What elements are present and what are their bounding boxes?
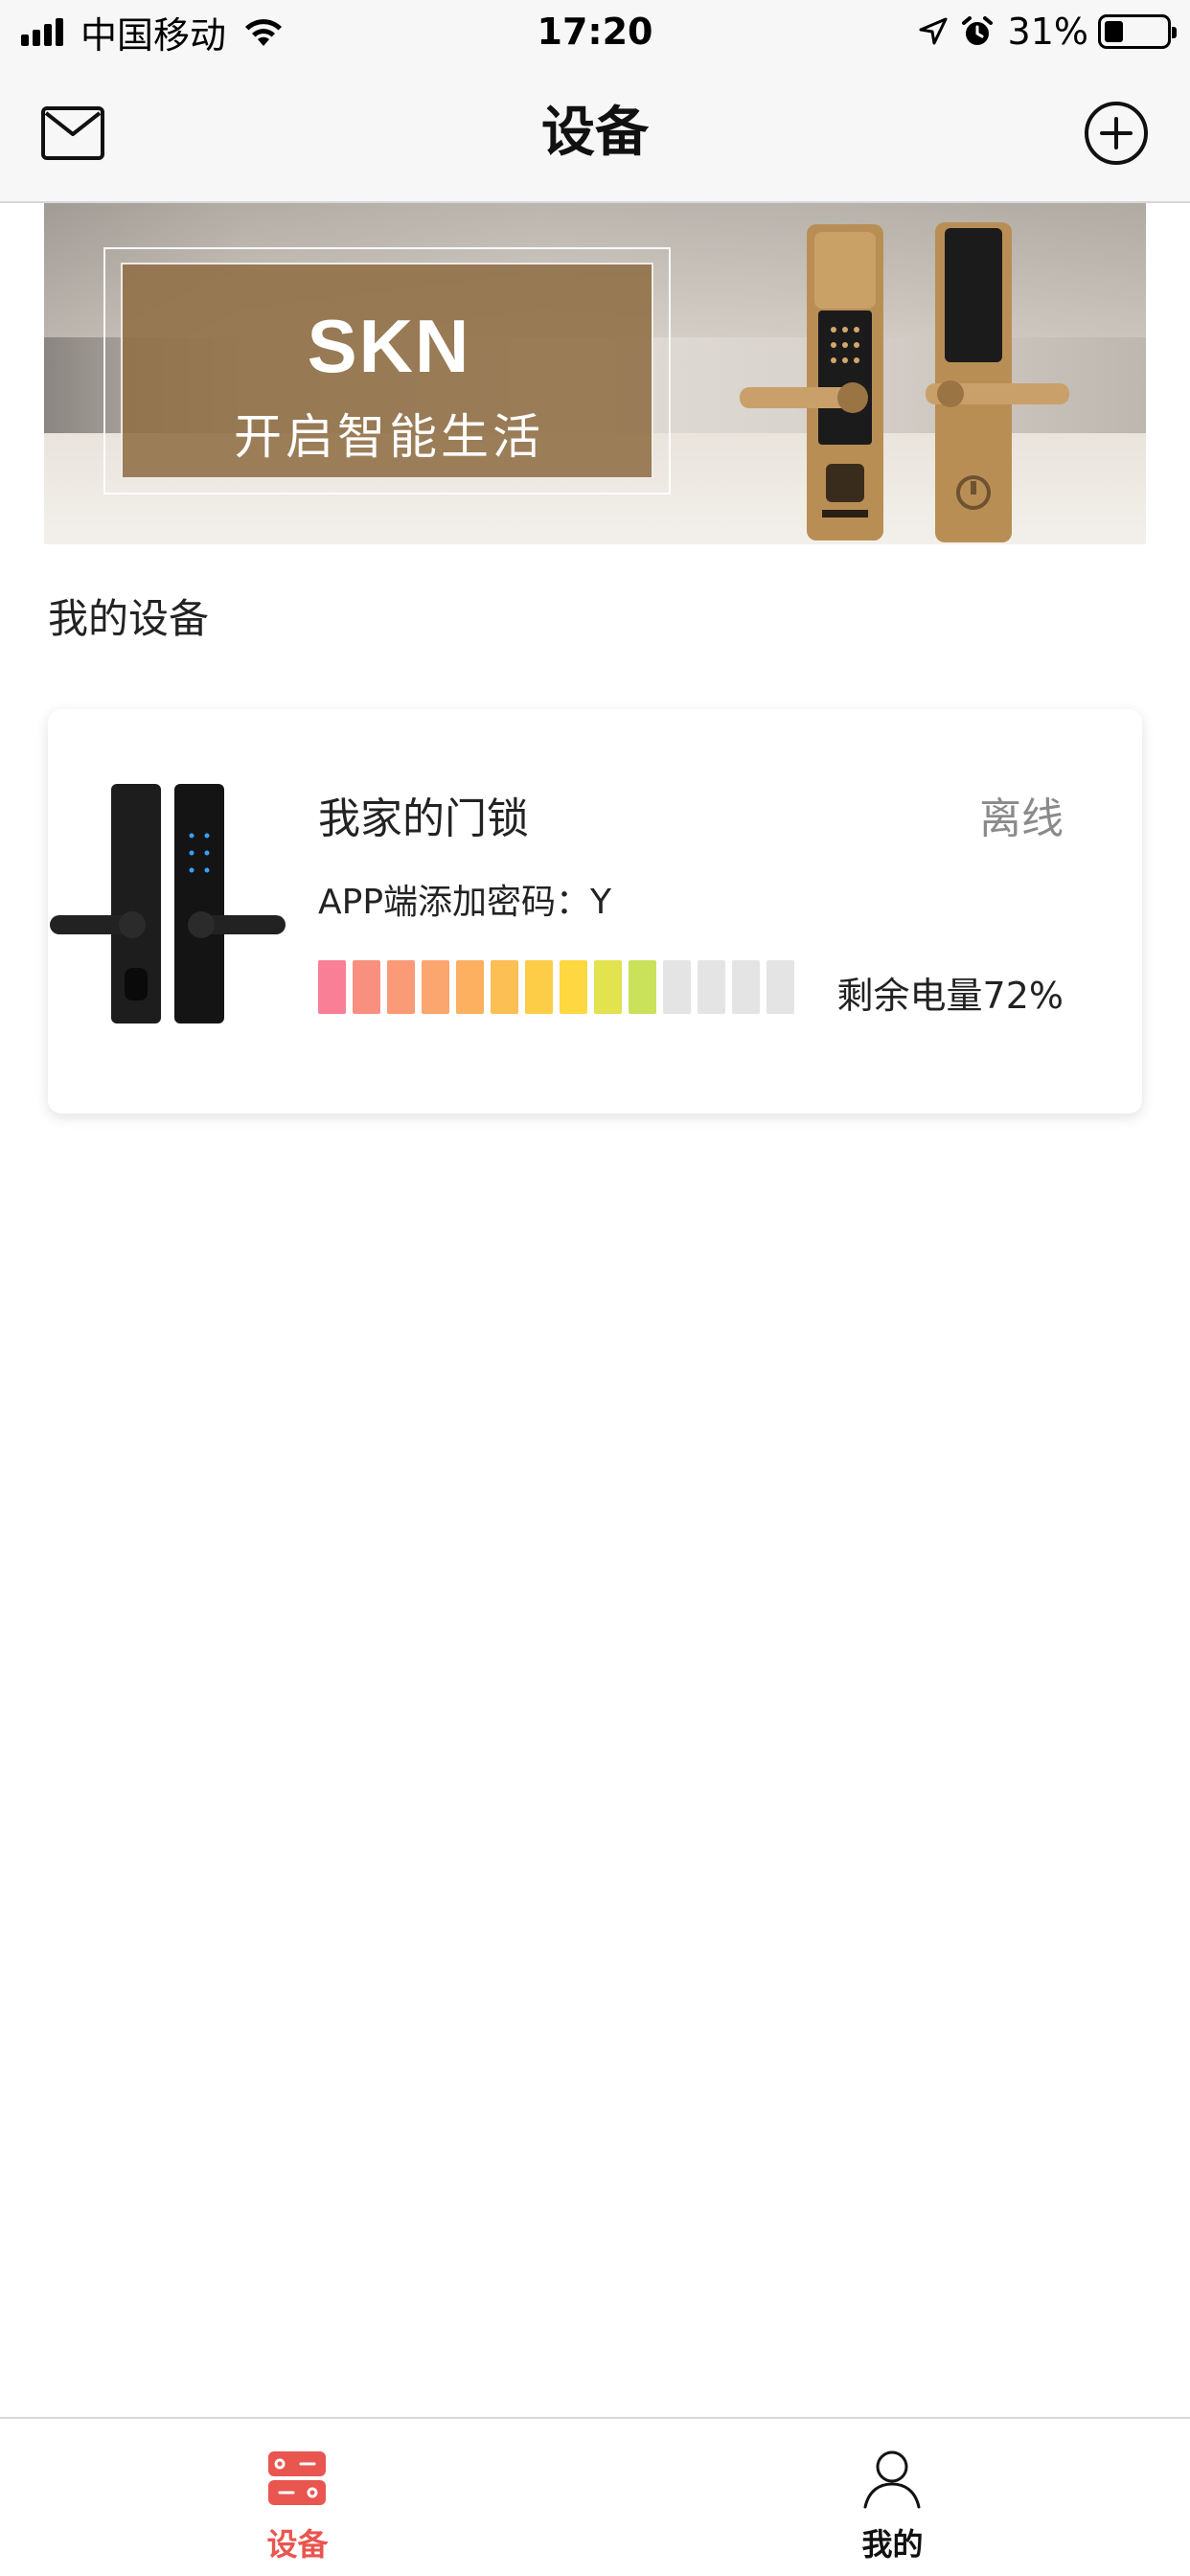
tab-bar: 设备 我的 bbox=[0, 2417, 1190, 2576]
battery-icon bbox=[1098, 14, 1177, 49]
alarm-icon bbox=[961, 16, 993, 45]
battery-segment-filled bbox=[387, 960, 415, 1014]
brand-logo: SKN bbox=[307, 304, 471, 388]
section-title: 我的设备 bbox=[48, 595, 210, 642]
battery-segment-empty bbox=[767, 960, 794, 1014]
battery-segment-filled bbox=[422, 960, 449, 1014]
battery-segment-filled bbox=[491, 960, 518, 1014]
tab-devices-label: 设备 bbox=[266, 2526, 329, 2563]
door-lock-image bbox=[50, 784, 286, 1024]
status-right: 31% bbox=[906, 8, 1177, 56]
battery-fill bbox=[1105, 21, 1123, 42]
promo-banner[interactable]: SKN 开启智能生活 bbox=[44, 203, 1146, 544]
page-title: 设备 bbox=[541, 102, 649, 164]
battery-segment-filled bbox=[629, 960, 656, 1014]
banner-slogan: 开启智能生活 bbox=[234, 409, 544, 465]
battery-segment-filled bbox=[353, 960, 380, 1014]
add-circle-icon[interactable] bbox=[1083, 100, 1150, 167]
banner-text-box: SKN 开启智能生活 bbox=[121, 263, 653, 479]
tab-mine-label: 我的 bbox=[861, 2526, 924, 2563]
device-password-text: APP端添加密码：Y bbox=[318, 883, 612, 922]
nav-bar: 设备 bbox=[0, 63, 1190, 203]
battery-segment-filled bbox=[525, 960, 553, 1014]
tab-mine[interactable]: 我的 bbox=[595, 2419, 1190, 2576]
battery-segment-empty bbox=[663, 960, 691, 1014]
battery-tip bbox=[1172, 27, 1177, 38]
devices-icon bbox=[268, 2451, 326, 2505]
battery-segment-empty bbox=[732, 960, 760, 1014]
battery-segment-filled bbox=[456, 960, 484, 1014]
device-card[interactable]: 我家的门锁 离线 APP端添加密码：Y 剩余电量72% bbox=[48, 709, 1142, 1114]
battery-segment-filled bbox=[594, 960, 622, 1014]
status-bar: 中国移动 17:20 31% bbox=[0, 0, 1190, 63]
battery-segment-filled bbox=[560, 960, 587, 1014]
gold-lock-front-image bbox=[740, 224, 883, 540]
battery-percent: 31% bbox=[1007, 11, 1088, 53]
tab-devices[interactable]: 设备 bbox=[0, 2419, 595, 2576]
gold-lock-back-image bbox=[926, 222, 1069, 542]
battery-segment-filled bbox=[318, 960, 346, 1014]
battery-remaining-label: 剩余电量72% bbox=[836, 975, 1064, 1017]
battery-level-meter bbox=[318, 960, 801, 1014]
user-icon bbox=[863, 2450, 921, 2509]
device-status-badge: 离线 bbox=[979, 794, 1064, 843]
location-arrow-icon bbox=[919, 17, 948, 45]
battery-segment-empty bbox=[698, 960, 725, 1014]
device-name: 我家的门锁 bbox=[318, 794, 529, 843]
